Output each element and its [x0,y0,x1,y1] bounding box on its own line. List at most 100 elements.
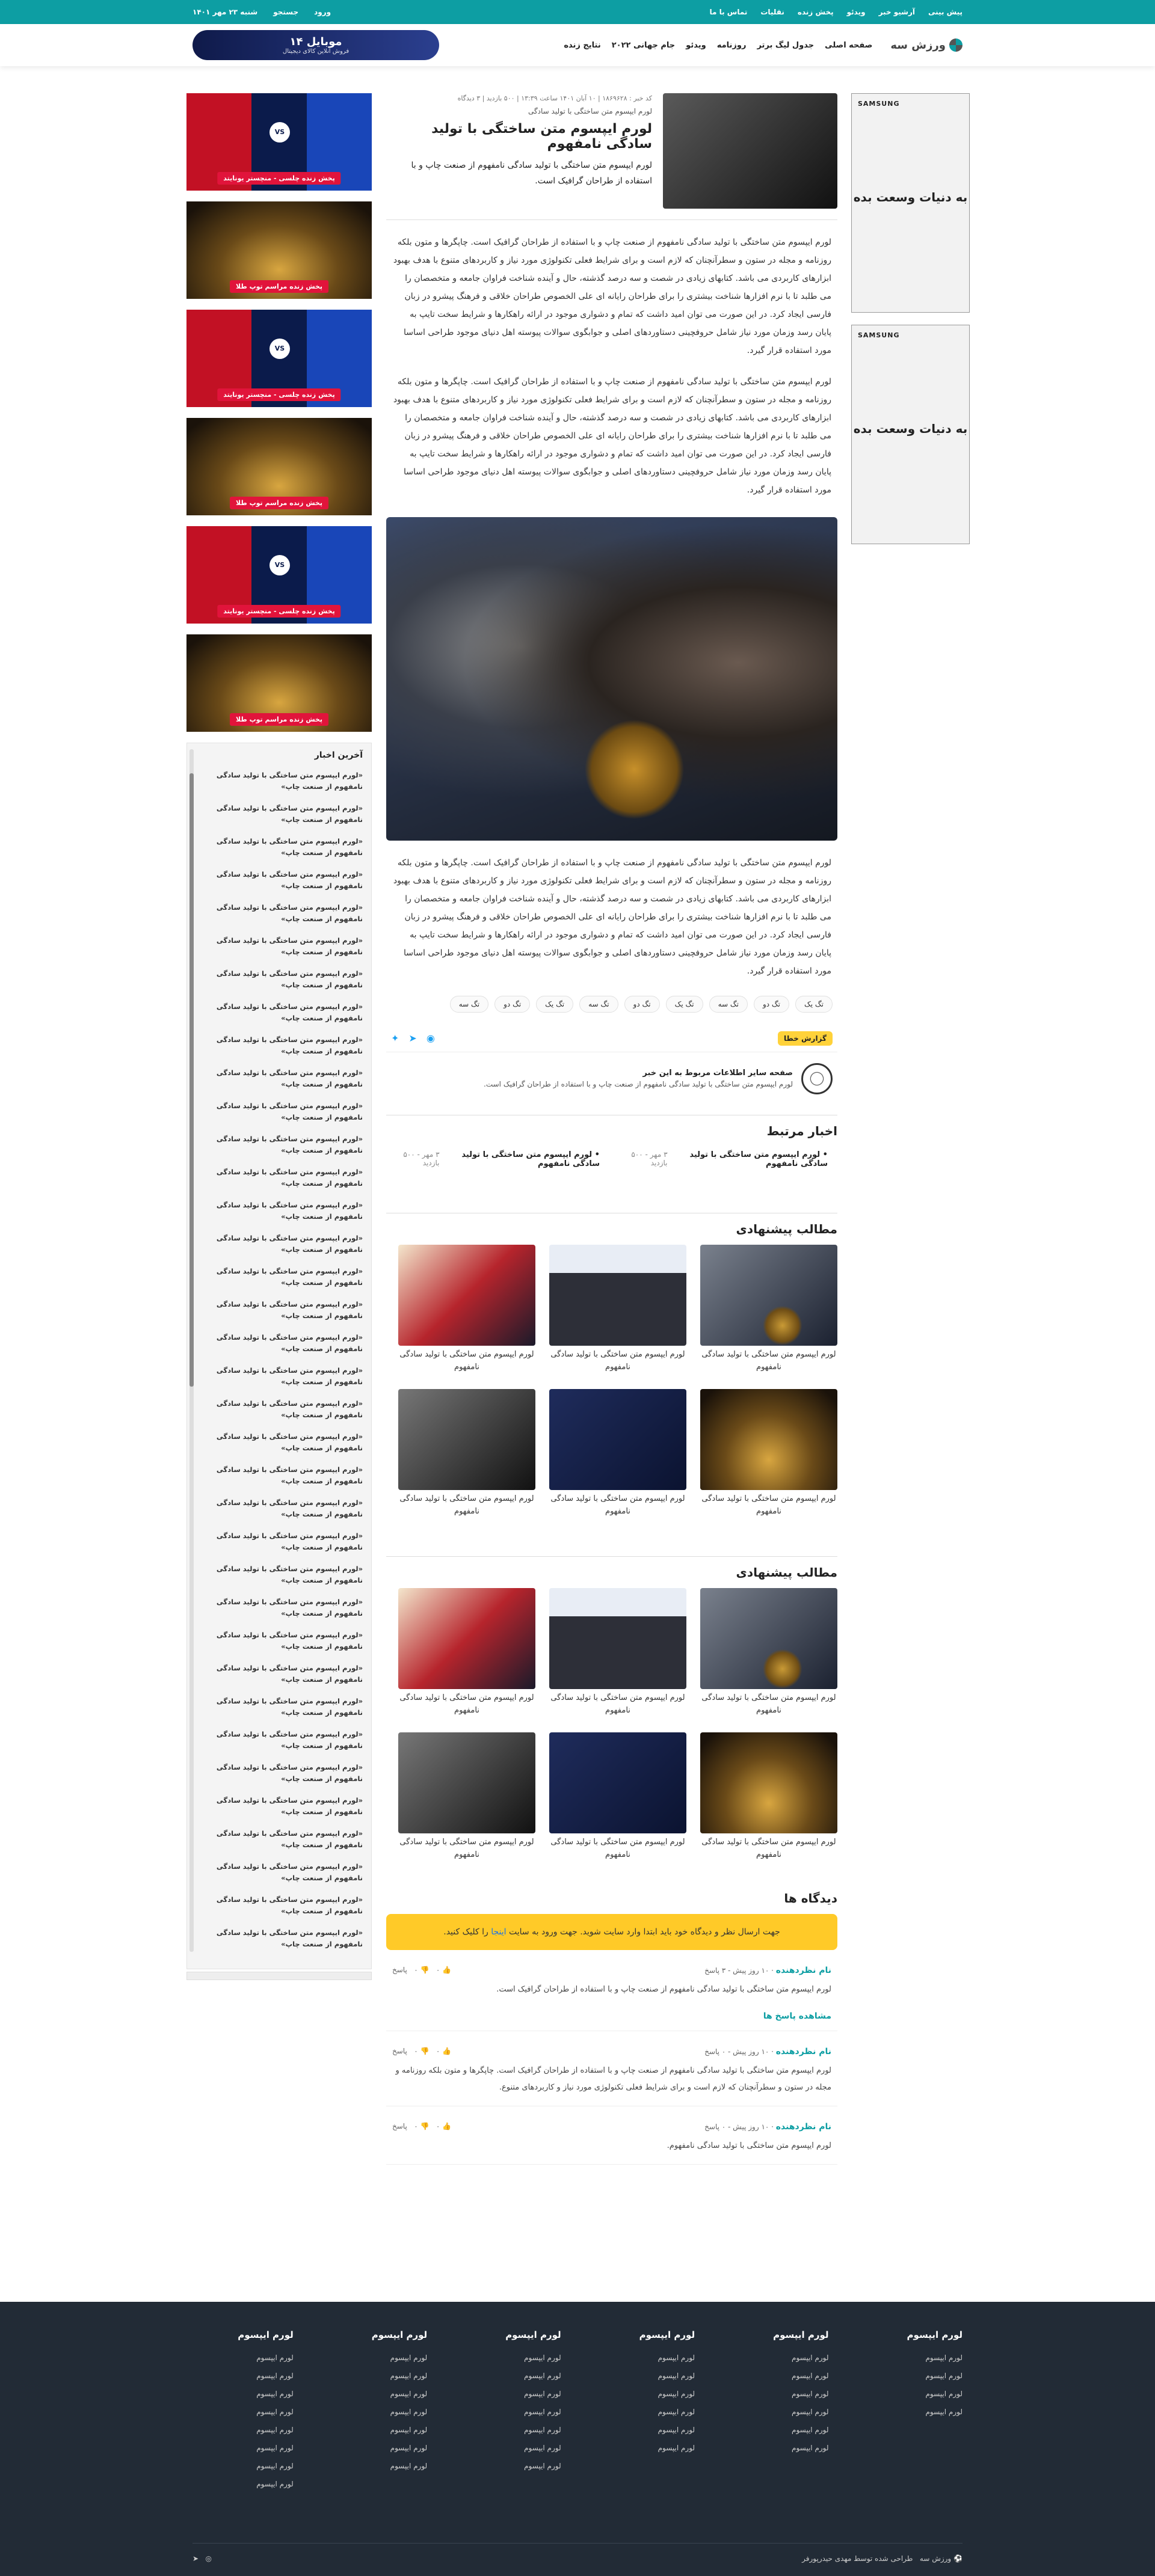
latest-news-item[interactable]: «لورم ایپسوم متن ساختگی با تولید سادگی ن… [202,836,363,859]
topbar-item[interactable]: شنبه ۲۳ مهر ۱۴۰۱ [192,8,257,16]
latest-news-item[interactable]: «لورم ایپسوم متن ساختگی با تولید سادگی ن… [202,935,363,958]
latest-news-item[interactable]: «لورم ایپسوم متن ساختگی با تولید سادگی ن… [202,1828,363,1851]
latest-news-item[interactable]: «لورم ایپسوم متن ساختگی با تولید سادگی ن… [202,1927,363,1950]
footer-link[interactable]: لورم ایپسوم [372,2349,428,2367]
live-thumbnail[interactable]: پخش زنده مراسم توپ طلا [186,634,372,732]
latest-news-item[interactable]: «لورم ایپسوم متن ساختگی با تولید سادگی ن… [202,1398,363,1421]
latest-news-item[interactable]: «لورم ایپسوم متن ساختگی با تولید سادگی ن… [202,1861,363,1884]
reply-button[interactable]: پاسخ [392,1966,407,1974]
footer-link[interactable]: لورم ایپسوم [505,2403,561,2421]
dislike-icon[interactable]: 👎 ۰ [414,1966,429,1974]
footer-link[interactable]: لورم ایپسوم [238,2349,294,2367]
like-icon[interactable]: 👍 ۰ [436,2047,451,2055]
suggest-card[interactable]: لورم ایپسوم متن ساختگی با تولید سادگی نا… [700,1389,837,1518]
footer-link[interactable]: لورم ایپسوم [505,2385,561,2403]
footer-link[interactable]: لورم ایپسوم [639,2421,695,2439]
footer-link[interactable]: لورم ایپسوم [773,2349,829,2367]
topbar-link[interactable]: تماس با ما [709,8,747,16]
suggest-card[interactable]: لورم ایپسوم متن ساختگی با تولید سادگی نا… [398,1588,535,1717]
latest-news-item[interactable]: «لورم ایپسوم متن ساختگی با تولید سادگی ن… [202,1266,363,1289]
footer-link[interactable]: لورم ایپسوم [372,2403,428,2421]
suggest-card[interactable]: لورم ایپسوم متن ساختگی با تولید سادگی نا… [700,1732,837,1861]
live-thumbnail[interactable]: پخش زنده مراسم توپ طلا [186,418,372,515]
suggest-card[interactable]: لورم ایپسوم متن ساختگی با تولید سادگی نا… [398,1245,535,1373]
telegram-icon[interactable]: ➤ [192,2554,199,2563]
footer-link[interactable]: لورم ایپسوم [907,2403,962,2421]
suggest-card[interactable]: لورم ایپسوم متن ساختگی با تولید سادگی نا… [700,1588,837,1717]
topbar-item[interactable]: ورود [314,8,331,16]
suggest-card[interactable]: لورم ایپسوم متن ساختگی با تولید سادگی نا… [549,1732,686,1861]
reply-button[interactable]: پاسخ [392,2047,407,2055]
latest-news-item[interactable]: «لورم ایپسوم متن ساختگی با تولید سادگی ن… [202,770,363,793]
footer-link[interactable]: لورم ایپسوم [773,2439,829,2457]
dislike-icon[interactable]: 👎 ۰ [414,2122,429,2130]
related-info[interactable]: صفحه سایر اطلاعات مربوط به این خبر لورم ا… [386,1063,837,1094]
latest-news-item[interactable]: «لورم ایپسوم متن ساختگی با تولید سادگی ن… [202,1696,363,1719]
live-thumbnail[interactable]: VS پخش زنده چلسی - منچستر یونایتد [186,310,372,407]
samsung-ad[interactable]: SAMSUNG به دنیات وسعت بده [851,93,970,313]
latest-news-item[interactable]: «لورم ایپسوم متن ساختگی با تولید سادگی ن… [202,1729,363,1752]
suggest-card[interactable]: لورم ایپسوم متن ساختگی با تولید سادگی نا… [398,1732,535,1861]
footer-link[interactable]: لورم ایپسوم [639,2367,695,2385]
nav-item[interactable]: نتایج زنده [564,41,600,50]
tag[interactable]: تگ دو [494,996,531,1013]
tag[interactable]: تگ دو [624,996,660,1013]
suggest-card[interactable]: لورم ایپسوم متن ساختگی با تولید سادگی نا… [549,1245,686,1373]
latest-news-item[interactable]: «لورم ایپسوم متن ساختگی با تولید سادگی ن… [202,1034,363,1057]
footer-link[interactable]: لورم ایپسوم [372,2367,428,2385]
show-replies-link[interactable]: مشاهده پاسخ ها [392,2011,831,2021]
latest-news-item[interactable]: «لورم ایپسوم متن ساختگی با تولید سادگی ن… [202,1530,363,1553]
tag[interactable]: تگ سه [449,996,489,1013]
latest-news-item[interactable]: «لورم ایپسوم متن ساختگی با تولید سادگی ن… [202,803,363,826]
topbar-link[interactable]: پخش زنده [798,8,834,16]
suggest-card[interactable]: لورم ایپسوم متن ساختگی با تولید سادگی نا… [549,1588,686,1717]
footer-link[interactable]: لورم ایپسوم [238,2457,294,2475]
footer-link[interactable]: لورم ایپسوم [505,2421,561,2439]
telegram-icon[interactable]: ➤ [408,1032,416,1044]
footer-link[interactable]: لورم ایپسوم [773,2367,829,2385]
footer-link[interactable]: لورم ایپسوم [773,2421,829,2439]
topbar-link[interactable]: نقلیات [760,8,784,16]
latest-news-item[interactable]: «لورم ایپسوم متن ساختگی با تولید سادگی ن… [202,1630,363,1652]
latest-news-item[interactable]: «لورم ایپسوم متن ساختگی با تولید سادگی ن… [202,1167,363,1189]
footer-link[interactable]: لورم ایپسوم [639,2349,695,2367]
report-error-button[interactable]: گزارش خطا [777,1031,833,1046]
latest-news-item[interactable]: «لورم ایپسوم متن ساختگی با تولید سادگی ن… [202,1001,363,1024]
suggest-card[interactable]: لورم ایپسوم متن ساختگی با تولید سادگی نا… [549,1389,686,1518]
nav-item[interactable]: ویدئو [686,41,706,50]
latest-news-item[interactable]: «لورم ایپسوم متن ساختگی با تولید سادگی ن… [202,1233,363,1256]
footer-link[interactable]: لورم ایپسوم [372,2439,428,2457]
nav-item[interactable]: جدول لیگ برتر [757,41,814,50]
latest-news-item[interactable]: «لورم ایپسوم متن ساختگی با تولید سادگی ن… [202,1133,363,1156]
site-logo[interactable]: ورزش سه [890,38,962,52]
whatsapp-icon[interactable]: ◉ [427,1032,435,1044]
footer-link[interactable]: لورم ایپسوم [238,2403,294,2421]
footer-link[interactable]: لورم ایپسوم [907,2385,962,2403]
scrollbar[interactable] [189,749,194,1952]
footer-link[interactable]: لورم ایپسوم [773,2385,829,2403]
tag[interactable]: تگ سه [709,996,748,1013]
latest-news-item[interactable]: «لورم ایپسوم متن ساختگی با تولید سادگی ن… [202,1663,363,1685]
dislike-icon[interactable]: 👎 ۰ [414,2047,429,2055]
footer-link[interactable]: لورم ایپسوم [639,2439,695,2457]
latest-news-item[interactable]: «لورم ایپسوم متن ساختگی با تولید سادگی ن… [202,1596,363,1619]
footer-link[interactable]: لورم ایپسوم [907,2367,962,2385]
topbar-link[interactable]: ویدئو [847,8,866,16]
footer-link[interactable]: لورم ایپسوم [372,2385,428,2403]
latest-news-item[interactable]: «لورم ایپسوم متن ساختگی با تولید سادگی ن… [202,1762,363,1785]
latest-news-item[interactable]: «لورم ایپسوم متن ساختگی با تولید سادگی ن… [202,1464,363,1487]
topbar-link[interactable]: پیش بینی [928,8,962,16]
like-icon[interactable]: 👍 ۰ [436,2122,451,2130]
footer-link[interactable]: لورم ایپسوم [505,2439,561,2457]
tag[interactable]: تگ یک [795,996,833,1013]
footer-link[interactable]: لورم ایپسوم [372,2421,428,2439]
nav-item[interactable]: روزنامه [717,41,747,50]
latest-news-item[interactable]: «لورم ایپسوم متن ساختگی با تولید سادگی ن… [202,1067,363,1090]
suggest-card[interactable]: لورم ایپسوم متن ساختگی با تولید سادگی نا… [700,1245,837,1373]
latest-news-item[interactable]: «لورم ایپسوم متن ساختگی با تولید سادگی ن… [202,1332,363,1355]
twitter-icon[interactable]: ✦ [391,1032,399,1044]
banner-ad[interactable]: موبایل ۱۴ فروش آنلاین کالای دیجیتال [192,30,439,60]
footer-link[interactable]: لورم ایپسوم [505,2367,561,2385]
horizontal-scrollbar[interactable] [186,1972,372,1980]
login-link[interactable]: اینجا [491,1927,506,1937]
